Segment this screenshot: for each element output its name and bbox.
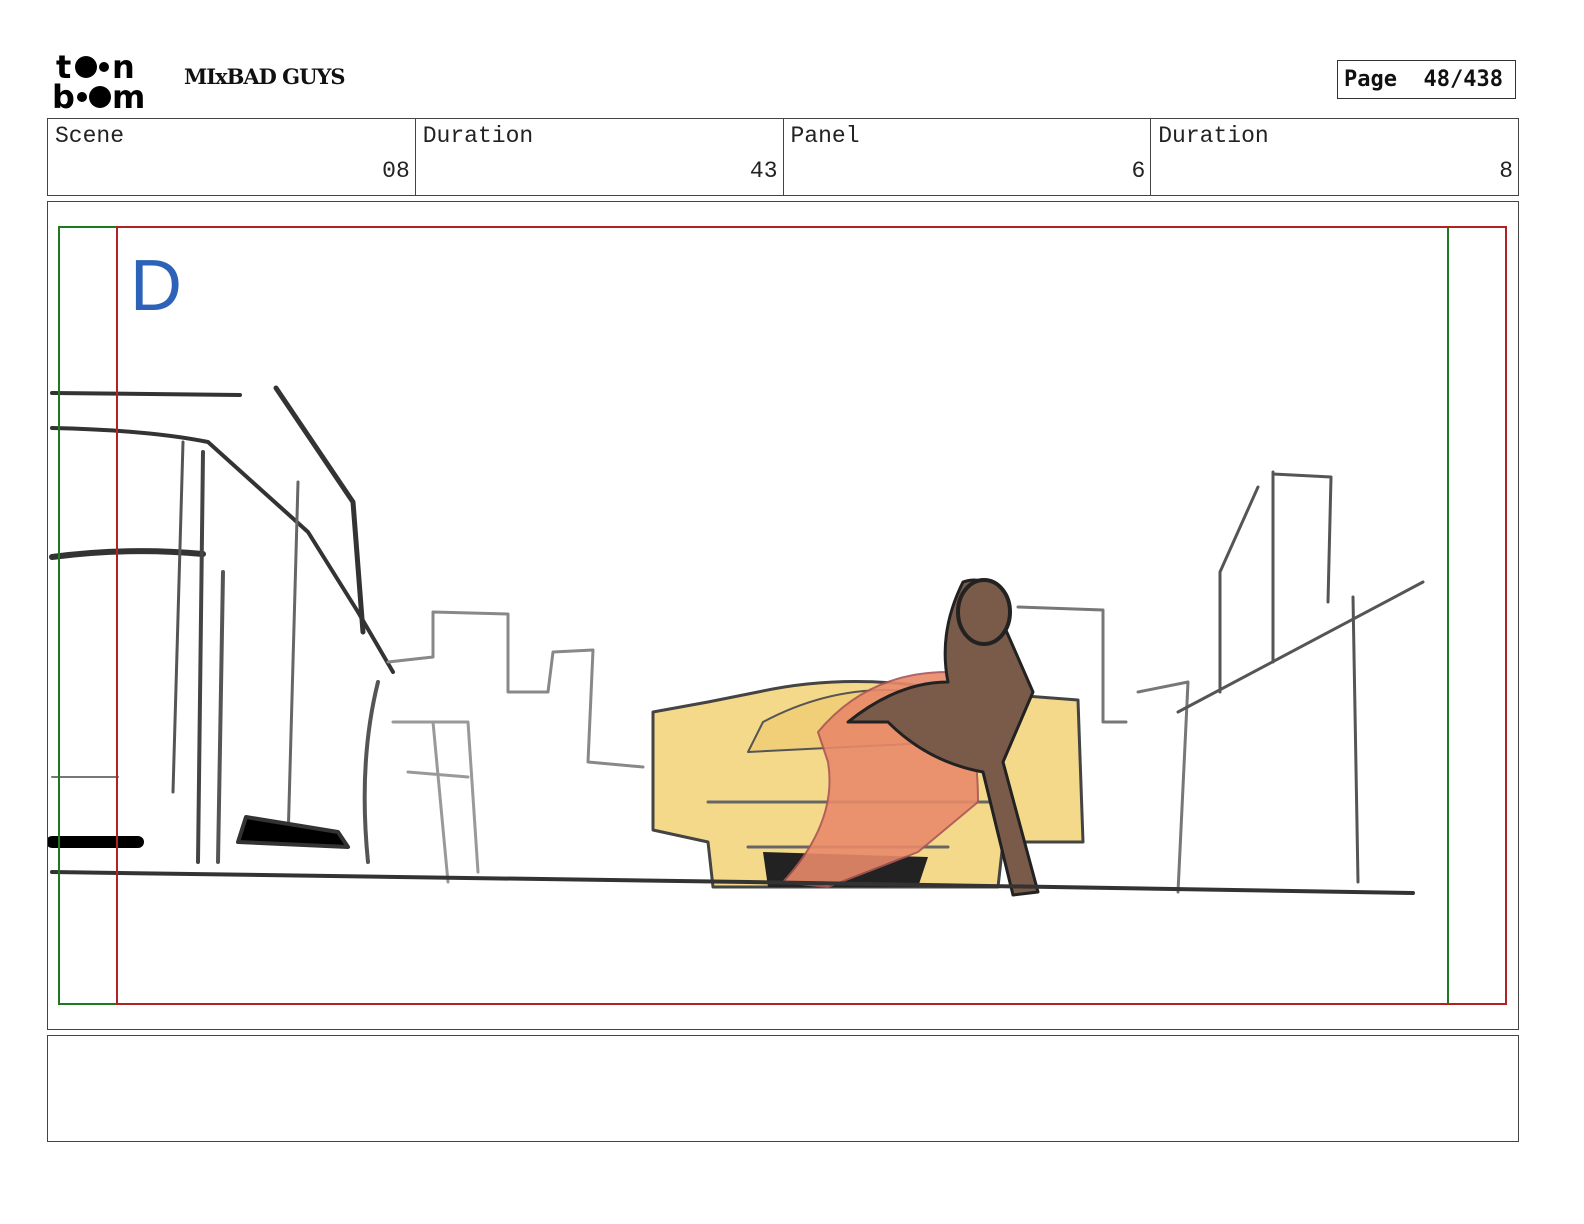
project-title: MIxBAD GUYS: [184, 64, 346, 89]
toon-boom-logo: t n b m: [52, 50, 145, 112]
scene-info-table: Scene 08 Duration 43 Panel 6 Duration 8: [47, 118, 1519, 196]
panel-label: Panel: [790, 123, 860, 149]
svg-text:b: b: [52, 78, 75, 112]
scene-label: Scene: [55, 123, 125, 149]
scene-duration-label: Duration: [422, 123, 534, 149]
panel-cell: Panel 6: [784, 119, 1152, 195]
scene-value: 08: [382, 158, 410, 184]
page-label: Page: [1344, 67, 1397, 92]
scene-duration-cell: Duration 43: [416, 119, 784, 195]
panel-duration-cell: Duration 8: [1151, 119, 1518, 195]
notes-box: [47, 1035, 1519, 1142]
panel-value: 6: [1131, 158, 1146, 184]
page-indicator: Page 48/438: [1337, 60, 1516, 99]
panel-duration-label: Duration: [1158, 123, 1269, 149]
panel-duration-value: 8: [1499, 158, 1513, 184]
panel-sketch: [48, 226, 1507, 1005]
svg-text:m: m: [112, 78, 145, 112]
scene-duration-value: 43: [749, 158, 778, 184]
page-number: 48/438: [1423, 67, 1503, 92]
panel-letter: D: [130, 246, 182, 326]
building-left-sketch: [48, 385, 645, 884]
scene-cell: Scene 08: [48, 119, 416, 195]
